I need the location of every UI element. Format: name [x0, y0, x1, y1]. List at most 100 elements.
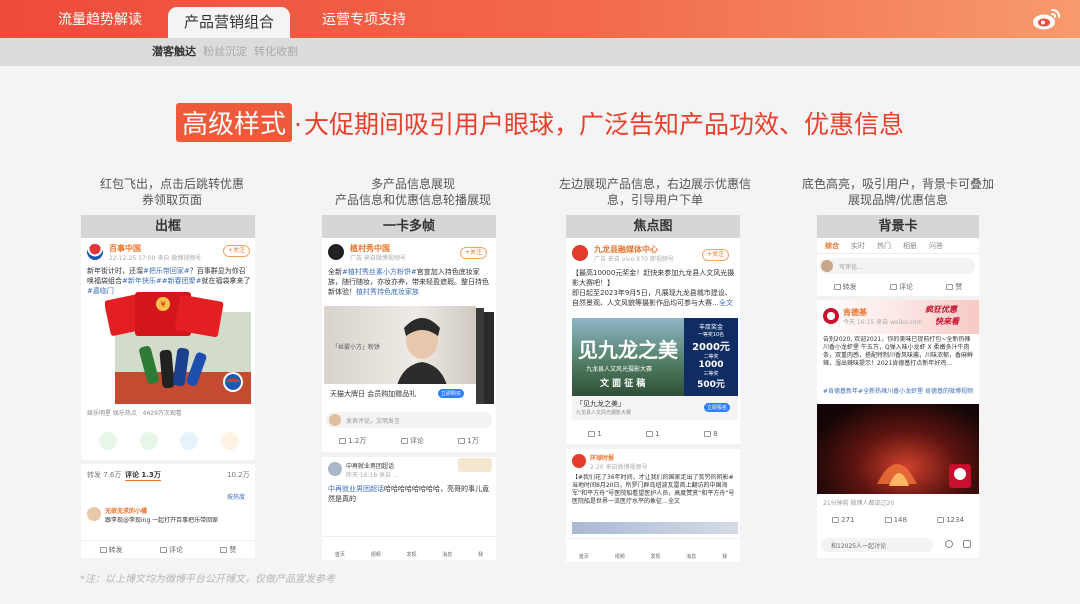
more-icon[interactable]: [963, 540, 971, 548]
col3-desc-line1: 左边展现产品信息，右边展示优惠信: [558, 177, 751, 191]
tab-traffic-trend[interactable]: 流量趋势解读: [58, 0, 142, 38]
follow-button[interactable]: +关注: [223, 245, 251, 257]
read-more-link[interactable]: 全文: [719, 299, 733, 307]
tab-messages[interactable]: 消息: [686, 553, 696, 560]
post-meta: 今天 16:15 来自 weibo.com: [843, 319, 923, 326]
post-text-a: 新年街计时，还溜: [87, 267, 143, 275]
tab-me[interactable]: 我: [722, 553, 727, 560]
sort-by-hot[interactable]: 按热度: [227, 492, 245, 501]
post-image-strip[interactable]: [572, 522, 738, 534]
subtab-fan-retention[interactable]: 粉丝沉淀: [203, 38, 247, 66]
discuss-input[interactable]: 和12025人一起讨论: [821, 538, 933, 552]
topic-link[interactable]: 植村秀持色底妆家族: [356, 288, 419, 296]
headline-text: 大促期间吸引用户眼球，广泛告知产品功效、优惠信息: [303, 110, 904, 139]
avatar: [87, 244, 103, 260]
comment-icon: [884, 517, 892, 523]
prize-second: 1000: [698, 360, 724, 370]
poster-name[interactable]: 中再就业男团超话: [346, 461, 394, 470]
tab-operation-support[interactable]: 运营专项支持: [322, 0, 406, 38]
hashtag-link[interactable]: #肯德基新年#: [823, 388, 863, 395]
tab-video[interactable]: 视频: [371, 551, 381, 558]
repost-label: 271: [841, 516, 855, 524]
thumbs-up-icon: [220, 547, 228, 553]
tab-product-marketing[interactable]: 产品营销组合: [168, 7, 291, 38]
comment-button[interactable]: 评论: [400, 436, 424, 446]
col3-desc-line2: 息，引导用户下单: [606, 193, 703, 207]
red-envelope-popout[interactable]: ¥: [105, 288, 225, 346]
hashtag-link[interactable]: #新春团聚#: [162, 277, 202, 285]
follow-button[interactable]: +关注: [702, 249, 730, 261]
tab-home[interactable]: 首页: [579, 553, 589, 560]
tab-discover[interactable]: 发现: [406, 551, 416, 558]
comment-count-tab[interactable]: 评论 1.3万: [125, 470, 161, 481]
focus-main-image[interactable]: 见九龙之美 九龙县人文风光摄影大赛 文 面 征 稿: [572, 318, 684, 396]
repost-button[interactable]: 1: [588, 430, 602, 438]
video-link[interactable]: 肯德基的微博视频: [925, 388, 973, 395]
thumbs-up-icon: [704, 431, 712, 437]
comment-button[interactable]: 评论: [889, 282, 913, 292]
hashtag-link[interactable]: 全新热辣川香小龙虾堡: [863, 388, 923, 395]
comment-input[interactable]: 发表评论，文明发言: [326, 412, 492, 428]
tab-hot[interactable]: 热门: [877, 241, 891, 251]
prize-info-panel[interactable]: 丰厚奖金 一等奖10名 2000元 二等奖 1000 三等奖 500元: [684, 318, 738, 396]
top-nav-bar: 流量趋势解读 产品营销组合 运营专项支持: [0, 0, 1080, 38]
comment-placeholder: 写评论...: [839, 264, 863, 271]
tab-home[interactable]: 首页: [335, 551, 345, 558]
repost-button[interactable]: 转发: [833, 282, 857, 292]
sign-up-button[interactable]: 立即报名: [704, 403, 731, 412]
like-button[interactable]: 赞: [220, 545, 236, 555]
reply-name[interactable]: 无欲无求的小橘: [105, 506, 147, 515]
wechat-icon[interactable]: [99, 432, 117, 450]
post-text: 全新#植村秀丝素小方粉饼#官宣加入持色底妆家族，随行随妆，亦妆亦养，带来轻盈遮瑕…: [328, 267, 492, 297]
like-button[interactable]: 赞: [946, 282, 962, 292]
hashtag-link[interactable]: #把乐带回家#: [143, 267, 190, 275]
post-video[interactable]: [817, 404, 979, 494]
comment-input[interactable]: 写评论...: [819, 258, 975, 274]
tab-album[interactable]: 相册: [903, 241, 917, 251]
post-text: 中再就业男团超话哈哈哈哈哈哈哈哈，亮哥的事儿竟然是真的: [328, 484, 492, 504]
like-count[interactable]: 10.2万: [227, 470, 250, 480]
comment-placeholder: 发表评论，文明发言: [346, 418, 401, 425]
comment-label: 148: [893, 516, 907, 524]
share-icon[interactable]: [945, 540, 953, 548]
sticker-image: [458, 458, 492, 472]
repost-icon: [339, 438, 347, 444]
tab-realtime[interactable]: 实时: [851, 241, 865, 251]
tab-messages[interactable]: 消息: [442, 551, 452, 558]
tab-video[interactable]: 视频: [615, 553, 625, 560]
tab-discover[interactable]: 发现: [650, 553, 660, 560]
subtab-conversion[interactable]: 转化收割: [254, 38, 298, 66]
moments-icon[interactable]: [139, 432, 158, 450]
tab-qa[interactable]: 问答: [929, 241, 943, 251]
like-button[interactable]: 8: [704, 430, 718, 438]
poster-name[interactable]: 环球时报: [590, 453, 614, 462]
favorite-icon[interactable]: [220, 432, 239, 450]
like-button[interactable]: 1万: [458, 436, 479, 446]
thumbs-up-icon: [937, 517, 945, 523]
hashtag-link[interactable]: #新年快乐#: [122, 277, 162, 285]
tab-general[interactable]: 综合: [825, 241, 839, 251]
comment-button[interactable]: 评论: [159, 545, 183, 555]
like-label: 1万: [467, 437, 479, 445]
repost-button[interactable]: 271: [832, 516, 854, 524]
buy-now-button[interactable]: 立即购买: [438, 389, 465, 398]
subtab-prospect-reach[interactable]: 潜客触达: [152, 38, 196, 66]
qq-icon[interactable]: [180, 432, 199, 450]
repost-button[interactable]: 转发: [99, 545, 123, 555]
slide-caption: 天猫大牌日 会员购加赠品礼: [330, 390, 417, 398]
brand-background-card[interactable]: 肯德基 今天 16:15 来自 weibo.com 疯狂优惠 快来看: [817, 300, 979, 334]
follow-button[interactable]: +关注: [460, 247, 488, 259]
comment-button[interactable]: 148: [884, 516, 907, 524]
topic-link[interactable]: 中再就业男团超话: [328, 485, 384, 493]
slide-caption-bar: 天猫大牌日 会员购加赠品礼 立即购买: [324, 384, 476, 404]
repost-count-tab[interactable]: 转发 7.6万: [87, 470, 121, 480]
tab-me[interactable]: 我: [478, 551, 483, 558]
repost-button[interactable]: 1.2万: [339, 436, 366, 446]
comment-button[interactable]: 1: [646, 430, 660, 438]
hashtag-link[interactable]: #植村秀丝素小方粉饼#: [342, 268, 417, 276]
phone-mockup-popout: 百事中国 22-12-25 17:00 来自 微博视频号 +关注 新年街计时，还…: [81, 238, 255, 558]
focus-link-card[interactable]: 「见九龙之美」 九龙县人文风光摄影大赛 立即报名: [572, 396, 738, 420]
post-meta: 广告 来自微博视频号: [350, 255, 406, 262]
like-button[interactable]: 1234: [937, 516, 964, 524]
comment-label: 评论: [168, 546, 183, 554]
